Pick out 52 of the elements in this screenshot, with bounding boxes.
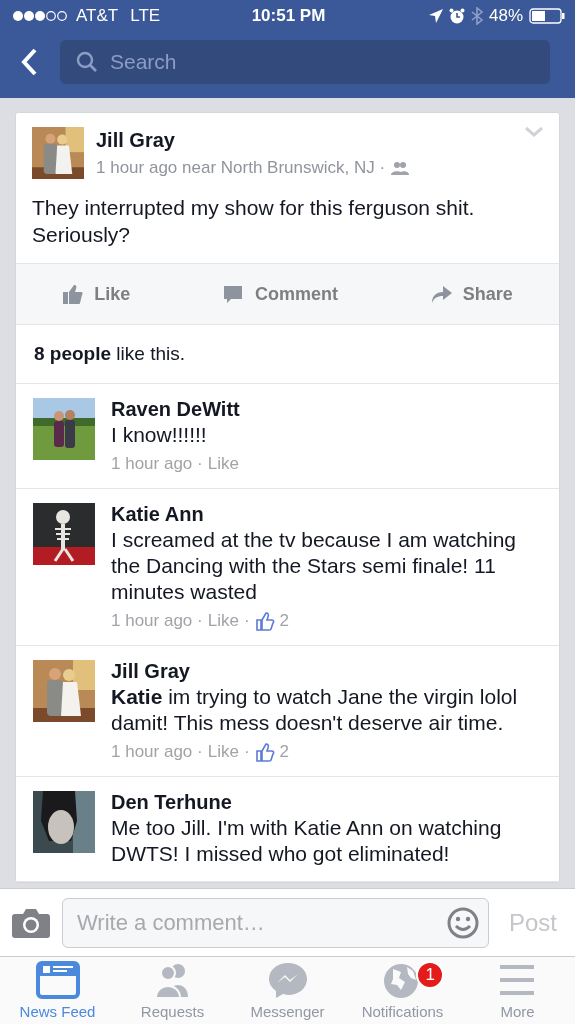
like-link[interactable]: Like bbox=[207, 742, 239, 762]
notifications-tab[interactable]: Notifications 1 bbox=[345, 957, 460, 1024]
commenter-name[interactable]: Raven DeWitt bbox=[111, 398, 541, 421]
more-tab[interactable]: More bbox=[460, 957, 575, 1024]
comment-button[interactable]: Comment bbox=[217, 277, 344, 311]
clock-time: 10:51 PM bbox=[251, 6, 326, 26]
likes-summary[interactable]: 8 people like this. bbox=[16, 325, 559, 384]
battery-percent: 48% bbox=[489, 6, 523, 26]
camera-icon[interactable] bbox=[12, 907, 50, 938]
commenter-name[interactable]: Jill Gray bbox=[111, 660, 541, 683]
search-field[interactable]: Search bbox=[60, 40, 550, 84]
comment-text: I screamed at the tv because I am watching the Dancing with the Stars semi finale! 11 minutes wasted bbox=[111, 527, 518, 605]
commenter-name[interactable]: Katie Ann bbox=[111, 503, 541, 526]
feed-tab[interactable]: News Feed bbox=[0, 957, 115, 1024]
requests-tab[interactable]: Requests bbox=[115, 957, 230, 1024]
comment-time: 1 hour ago · bbox=[111, 611, 203, 631]
like-count: 2 bbox=[279, 611, 289, 631]
comment-text: I know!!!!!! bbox=[111, 422, 208, 448]
signal-icon bbox=[12, 10, 70, 22]
thumbs-up-icon bbox=[254, 611, 275, 631]
bluetooth-icon bbox=[471, 7, 483, 25]
thumbs-up-icon bbox=[62, 283, 85, 305]
friends-icon bbox=[391, 161, 410, 175]
comment-text: Katie im trying to watch Jane the virgin lolol damit! This mess doesn't deserve air time. bbox=[111, 684, 519, 736]
carrier-label: AT&T bbox=[76, 6, 119, 26]
share-button[interactable]: Share bbox=[424, 277, 519, 311]
like-button[interactable]: Like bbox=[56, 277, 137, 311]
post-text: They interrupted my show for this ferguson shit. Seriously? bbox=[31, 195, 476, 248]
news-feed-icon bbox=[35, 961, 80, 999]
separator: · bbox=[243, 742, 250, 762]
comment-text: Me too Jill. I'm with Katie Ann on watching DWTS! I missed who got eliminated! bbox=[111, 815, 503, 867]
comment-time: 1 hour ago · bbox=[111, 742, 203, 762]
comment-time: 1 hour ago · bbox=[111, 454, 203, 474]
notification-badge: 1 bbox=[416, 961, 445, 989]
thumbs-up-icon bbox=[254, 742, 275, 762]
author-name[interactable]: Jill Gray bbox=[96, 129, 513, 152]
arrow-icon bbox=[430, 283, 453, 305]
alarm-icon bbox=[449, 8, 465, 24]
network-label: LTE bbox=[130, 6, 161, 26]
separator: · bbox=[243, 611, 250, 631]
messenger-tab[interactable]: Messenger bbox=[230, 957, 345, 1024]
speech-bubble-icon bbox=[223, 283, 245, 305]
smiley-icon[interactable] bbox=[446, 906, 479, 939]
post-meta: 1 hour ago near North Brunswick, NJ · bbox=[96, 158, 386, 178]
battery-icon bbox=[529, 8, 565, 24]
commenter-name[interactable]: Den Terhune bbox=[111, 791, 541, 814]
comment-field[interactable]: Write a comment… bbox=[62, 897, 489, 948]
like-link[interactable]: Like bbox=[207, 611, 239, 631]
like-link[interactable]: Like bbox=[207, 454, 239, 474]
like-count: 2 bbox=[279, 742, 289, 762]
back-icon[interactable] bbox=[20, 47, 38, 77]
location-icon bbox=[429, 9, 443, 23]
